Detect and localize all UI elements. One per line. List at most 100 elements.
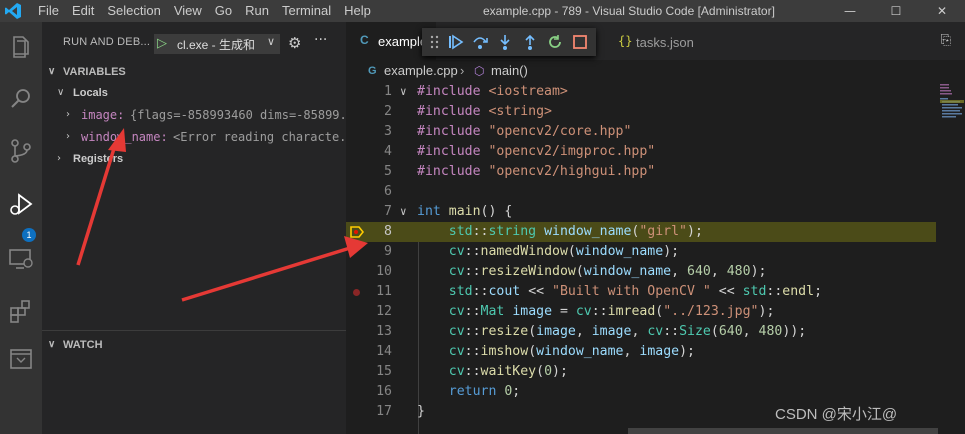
- code-line[interactable]: 8 std::string window_name("girl");: [346, 222, 936, 242]
- code-editor[interactable]: 1 ∨ #include <iostream> 2 #include <string> 3…: [346, 82, 965, 434]
- testing-icon[interactable]: [6, 344, 36, 374]
- line-number[interactable]: 11: [362, 282, 392, 302]
- gear-icon[interactable]: ⚙: [288, 34, 301, 52]
- restart-icon[interactable]: [546, 33, 564, 51]
- horizontal-scrollbar[interactable]: [628, 428, 938, 434]
- chevron-right-icon[interactable]: ›: [66, 104, 70, 126]
- split-editor-icon[interactable]: ⎘: [941, 33, 951, 48]
- code-line[interactable]: 9 cv::namedWindow(window_name);: [346, 242, 936, 262]
- code-text: cv::Mat image = cv::imread("../123.jpg")…: [417, 302, 775, 322]
- line-number[interactable]: 8: [362, 222, 392, 242]
- breadcrumb-file[interactable]: example.cpp: [384, 60, 458, 82]
- menu-file[interactable]: File: [38, 0, 59, 22]
- code-token: <string>: [488, 104, 552, 119]
- line-number[interactable]: 6: [362, 182, 392, 202]
- debug-badge: 1: [22, 228, 36, 242]
- code-token: <<: [520, 284, 553, 299]
- code-line[interactable]: 10 cv::resizeWindow(window_name, 640, 48…: [346, 262, 936, 282]
- code-token: );: [687, 224, 703, 239]
- fold-chevron-icon[interactable]: ∨: [400, 202, 407, 222]
- breakpoint-icon[interactable]: [353, 289, 360, 296]
- code-token: image: [536, 324, 576, 339]
- menu-edit[interactable]: Edit: [72, 0, 94, 22]
- chevron-right-icon[interactable]: ›: [66, 126, 70, 148]
- watch-section-header[interactable]: ∨ WATCH: [42, 335, 346, 357]
- code-line[interactable]: 4 #include "opencv2/imgproc.hpp": [346, 142, 936, 162]
- line-number[interactable]: 4: [362, 142, 392, 162]
- menu-selection[interactable]: Selection: [107, 0, 160, 22]
- variable-row-window-name[interactable]: › window_name: <Error reading characte..…: [42, 126, 346, 148]
- menu-terminal[interactable]: Terminal: [282, 0, 331, 22]
- line-number[interactable]: 12: [362, 302, 392, 322]
- run-debug-icon[interactable]: [6, 190, 36, 220]
- minimap[interactable]: [936, 82, 965, 434]
- code-line[interactable]: 11 std::cout << "Built with OpenCV " << …: [346, 282, 936, 302]
- code-line[interactable]: 13 cv::resize(image, image, cv::Size(640…: [346, 322, 936, 342]
- step-into-icon[interactable]: [496, 33, 514, 51]
- close-button[interactable]: ✕: [919, 0, 965, 22]
- continue-icon[interactable]: [446, 33, 464, 51]
- code-token: "girl": [639, 224, 687, 239]
- line-number[interactable]: 15: [362, 362, 392, 382]
- variables-section-header[interactable]: ∨ VARIABLES: [42, 62, 346, 84]
- line-number[interactable]: 9: [362, 242, 392, 262]
- line-number[interactable]: 5: [362, 162, 392, 182]
- code-text: #include <string>: [417, 102, 552, 122]
- menu-run[interactable]: Run: [245, 0, 269, 22]
- code-line[interactable]: 2 #include <string>: [346, 102, 936, 122]
- registers-scope[interactable]: › Registers: [42, 148, 346, 170]
- line-number[interactable]: 13: [362, 322, 392, 342]
- variable-row-image[interactable]: › image: {flags=-858993460 dims=-85899..…: [42, 104, 346, 126]
- code-line[interactable]: 16 return 0;: [346, 382, 936, 402]
- tab-tasks-json[interactable]: {} tasks.json: [604, 22, 724, 60]
- fold-chevron-icon[interactable]: ∨: [400, 82, 407, 102]
- minimize-button[interactable]: —: [827, 0, 873, 22]
- drag-handle-icon[interactable]: [426, 33, 444, 51]
- start-debugging-icon[interactable]: ▷: [157, 36, 167, 51]
- breadcrumb-symbol[interactable]: main(): [491, 60, 528, 82]
- chevron-down-icon: ∨: [57, 87, 65, 98]
- source-control-icon[interactable]: [6, 136, 36, 166]
- menu-go[interactable]: Go: [215, 0, 232, 22]
- line-number[interactable]: 10: [362, 262, 392, 282]
- step-out-icon[interactable]: [521, 33, 539, 51]
- code-line[interactable]: 6: [346, 182, 936, 202]
- code-token: int: [417, 204, 449, 219]
- code-line[interactable]: 5 #include "opencv2/highgui.hpp": [346, 162, 936, 182]
- launch-config-select[interactable]: ▷ cl.exe - 生成和 ∨: [154, 34, 280, 54]
- line-number[interactable]: 7: [362, 202, 392, 222]
- menu-view[interactable]: View: [174, 0, 202, 22]
- code-line[interactable]: 15 cv::waitKey(0);: [346, 362, 936, 382]
- code-token: "Built with OpenCV ": [552, 284, 711, 299]
- more-actions-icon[interactable]: ···: [314, 32, 327, 48]
- code-line[interactable]: 14 cv::imshow(window_name, image);: [346, 342, 936, 362]
- vscode-logo-icon: [4, 2, 22, 20]
- line-number[interactable]: 17: [362, 402, 392, 422]
- locals-label: Locals: [73, 87, 108, 99]
- line-number[interactable]: 3: [362, 122, 392, 142]
- code-line[interactable]: 3 #include "opencv2/core.hpp": [346, 122, 936, 142]
- code-line[interactable]: 7 ∨ int main() {: [346, 202, 936, 222]
- code-line[interactable]: 1 ∨ #include <iostream>: [346, 82, 936, 102]
- code-token: imshow: [480, 344, 529, 359]
- step-over-icon[interactable]: [471, 33, 489, 51]
- menu-help[interactable]: Help: [344, 0, 371, 22]
- remote-explorer-icon[interactable]: [6, 244, 36, 274]
- code-line[interactable]: 12 cv::Mat image = cv::imread("../123.jp…: [346, 302, 936, 322]
- code-token: }: [417, 404, 425, 419]
- line-number[interactable]: 2: [362, 102, 392, 122]
- extensions-icon[interactable]: [6, 296, 36, 326]
- line-number[interactable]: 1: [362, 82, 392, 102]
- line-number[interactable]: 14: [362, 342, 392, 362]
- code-token: ;: [512, 384, 521, 399]
- stop-icon[interactable]: [571, 33, 589, 51]
- explorer-icon[interactable]: [6, 32, 36, 62]
- search-icon[interactable]: [6, 84, 36, 114]
- code-token: (: [575, 264, 584, 279]
- maximize-button[interactable]: ☐: [873, 0, 919, 22]
- code-token: );: [750, 264, 767, 279]
- line-number[interactable]: 16: [362, 382, 392, 402]
- locals-scope[interactable]: ∨ Locals: [42, 82, 346, 104]
